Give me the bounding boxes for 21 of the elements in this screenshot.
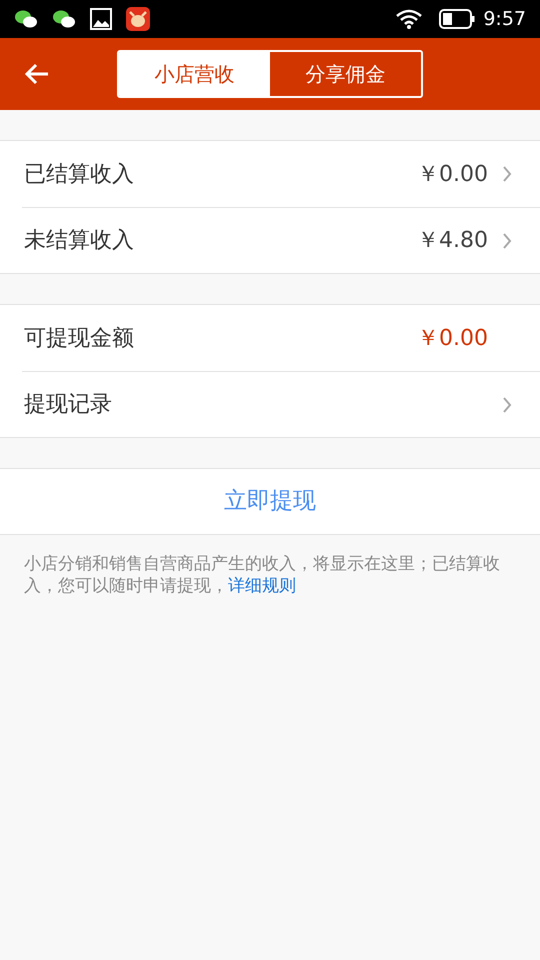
- row-label: 提现记录: [24, 391, 112, 419]
- amount: ￥0.00: [417, 324, 488, 352]
- chat-icon: [14, 9, 38, 29]
- battery-icon: [439, 9, 476, 29]
- row-label: 可提现金额: [24, 324, 134, 352]
- amount: ￥0.00: [417, 160, 488, 188]
- list-row[interactable]: 提现记录: [22, 371, 540, 437]
- amount: ￥4.80: [417, 227, 488, 255]
- clock: 9:57: [483, 6, 526, 32]
- rules-link[interactable]: 详细规则: [228, 576, 296, 596]
- list-row[interactable]: 可提现金额 ￥0.00: [22, 305, 540, 371]
- info-text: 小店分销和销售自营商品产生的收入，将显示在这里；已结算收入，您可以随时申请提现，详细规则: [23, 553, 501, 597]
- row-label: 未结算收入: [24, 227, 134, 255]
- list-row[interactable]: 已结算收入 ￥0.00: [22, 141, 540, 207]
- chat-icon: [52, 9, 76, 29]
- back-icon[interactable]: [24, 62, 50, 86]
- image-icon: [90, 8, 112, 30]
- app-icon: [126, 7, 150, 31]
- list-row[interactable]: 未结算收入 ￥4.80: [22, 207, 540, 273]
- row-label: 已结算收入: [24, 160, 134, 188]
- tab[interactable]: 小店营收: [119, 52, 270, 96]
